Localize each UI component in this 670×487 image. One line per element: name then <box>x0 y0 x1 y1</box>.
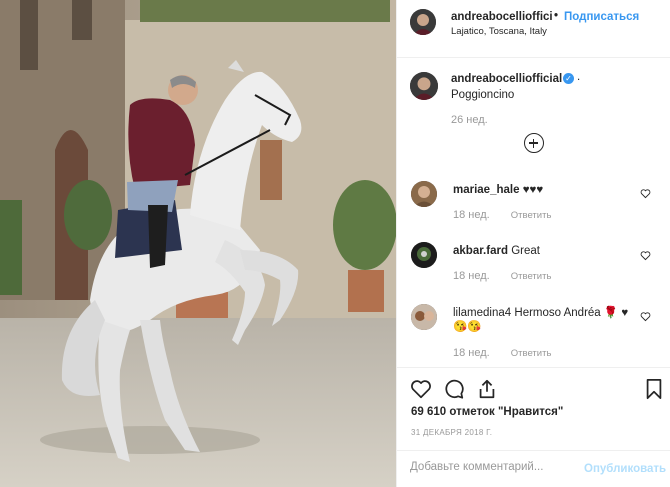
location-link[interactable]: Lajatico, Toscana, Italy <box>451 26 547 37</box>
comment-body: mariae_hale ♥♥♥ <box>453 183 633 197</box>
horse-photo-illustration <box>0 0 396 487</box>
comment-body: akbar.fard Great <box>453 244 633 258</box>
reply-button[interactable]: Ответить <box>511 210 552 221</box>
comment-meta: 18 нед. Ответить <box>453 209 569 221</box>
caption-username[interactable]: andreabocelliofficial <box>451 73 562 85</box>
post-photo[interactable] <box>0 0 396 487</box>
avatar[interactable] <box>410 9 436 35</box>
action-bar <box>397 367 670 403</box>
comment-meta: 18 нед. Ответить <box>453 270 569 282</box>
comment-time[interactable]: 18 нед. <box>453 209 490 221</box>
comment-meta: 18 нед. Ответить <box>453 347 569 359</box>
header-separator: • <box>554 10 559 22</box>
share-icon[interactable] <box>476 378 498 400</box>
comment-username[interactable]: akbar.fard <box>453 245 508 257</box>
heart-icon[interactable] <box>640 311 651 322</box>
comment-text: Great <box>511 245 540 257</box>
comment-username[interactable]: mariae_hale <box>453 184 520 196</box>
publish-button[interactable]: Опубликовать <box>584 463 666 475</box>
post-header: andreabocelliofficial • Подписаться Laja… <box>397 0 670 58</box>
comment-body: lilamedina4 Hermoso Andréa 🌹 ♥😘😘 <box>453 306 633 334</box>
post-sidebar: andreabocelliofficial • Подписаться Laja… <box>396 0 670 487</box>
avatar[interactable] <box>411 181 437 207</box>
follow-button[interactable]: Подписаться <box>564 11 639 23</box>
comment-icon[interactable] <box>443 378 465 400</box>
likes-count[interactable]: 69 610 отметок "Нравится" <box>411 406 563 418</box>
comment-input[interactable] <box>410 461 570 473</box>
heart-icon[interactable] <box>640 250 651 261</box>
heart-icon[interactable] <box>640 188 651 199</box>
header-username[interactable]: andreabocelliofficial <box>451 11 553 23</box>
add-comment-bar: Опубликовать <box>397 450 670 487</box>
comment-item: akbar.fard Great 18 нед. Ответить <box>397 242 670 304</box>
instagram-post: andreabocelliofficial • Подписаться Laja… <box>0 0 670 487</box>
reply-button[interactable]: Ответить <box>511 348 552 359</box>
caption-time[interactable]: 26 нед. <box>451 114 488 126</box>
avatar[interactable] <box>411 304 437 330</box>
avatar[interactable] <box>411 242 437 268</box>
caption-block: andreabocelliofficial ✓ . Poggioncino 26… <box>397 62 670 162</box>
caption-trailing: . <box>577 71 581 83</box>
comment-item: mariae_hale ♥♥♥ 18 нед. Ответить <box>397 181 670 243</box>
comment-username[interactable]: lilamedina4 <box>453 307 511 319</box>
comment-time[interactable]: 18 нед. <box>453 347 490 359</box>
heart-icon[interactable] <box>410 378 432 400</box>
comment-time[interactable]: 18 нед. <box>453 270 490 282</box>
comment-item: lilamedina4 Hermoso Andréa 🌹 ♥😘😘 18 нед.… <box>397 304 670 366</box>
bookmark-icon[interactable] <box>643 378 665 400</box>
avatar[interactable] <box>410 72 438 100</box>
reply-button[interactable]: Ответить <box>511 271 552 282</box>
post-date[interactable]: 31 ДЕКАБРЯ 2018 Г. <box>411 428 492 437</box>
verified-badge-icon: ✓ <box>563 73 574 84</box>
comment-text: ♥♥♥ <box>522 184 544 196</box>
caption-text: Poggioncino <box>451 89 515 101</box>
plus-circle-icon[interactable] <box>524 133 544 153</box>
